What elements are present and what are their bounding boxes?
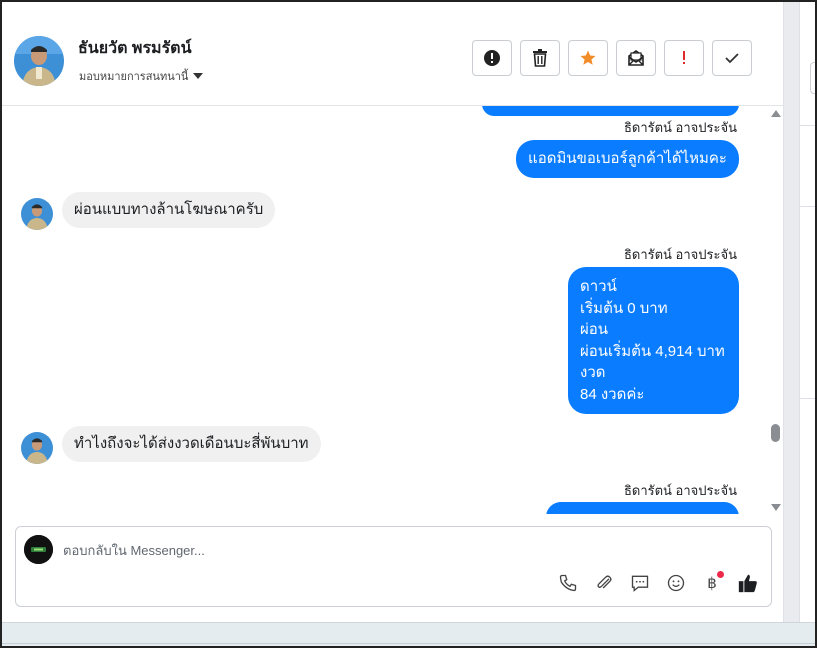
assign-conversation-dropdown[interactable]: มอบหมายการสนทนานี้ [79, 67, 204, 85]
message-line: 84 งวดค่ะ [580, 385, 645, 403]
message-bubble-outgoing[interactable] [546, 502, 739, 514]
message-bubble-outgoing[interactable]: ดาวน์ เริ่มต้น 0 บาท ผ่อน ผ่อนเริ่มต้น 4… [568, 267, 739, 414]
mark-unread-button[interactable] [616, 40, 656, 76]
spam-button[interactable] [472, 40, 512, 76]
exclamation-icon [683, 51, 685, 64]
sender-name: ธิดารัตน์ อาจประจัน [623, 483, 737, 498]
smiley-icon [667, 574, 685, 592]
check-icon [725, 53, 739, 64]
envelope-icon [628, 50, 644, 66]
conversation-header: ธันยวัต พรมรัตน์ มอบหมายการสนทนานี้ [2, 12, 784, 106]
trash-icon [533, 49, 547, 67]
page-avatar [24, 535, 53, 564]
scroll-down-arrow-icon[interactable] [771, 504, 781, 511]
message-line: เริ่มต้น 0 บาท [580, 299, 668, 317]
thumbs-up-icon [738, 574, 757, 593]
taskbar [2, 622, 815, 646]
phone-icon [559, 574, 577, 592]
details-sidebar [799, 2, 815, 622]
paperclip-icon [597, 575, 612, 589]
message-bubble-outgoing[interactable]: แอดมินขอเบอร์ลูกค้าได้ไหมคะ [516, 140, 739, 178]
follow-up-button[interactable] [664, 40, 704, 76]
scroll-thumb[interactable] [771, 424, 780, 442]
delete-button[interactable] [520, 40, 560, 76]
app-window: ธันยวัต พรมรัตน์ มอบหมายการสนทนานี้ ธิดา… [0, 0, 817, 648]
message-line: งวด [580, 364, 606, 381]
header-actions [472, 40, 752, 76]
message-line: ผ่อนเริ่มต้น 4,914 บาท [580, 342, 725, 360]
star-icon [580, 50, 596, 65]
message-bubble-outgoing[interactable] [482, 106, 739, 116]
saved-replies-button[interactable] [627, 570, 653, 596]
contact-avatar-small [21, 198, 53, 230]
contact-avatar[interactable] [14, 36, 64, 86]
message-line: ผ่อน [580, 321, 609, 338]
assign-label: มอบหมายการสนทนานี้ [79, 71, 189, 83]
sender-name: ธิดารัตน์ อาจประจัน [623, 120, 737, 135]
done-button[interactable] [712, 40, 752, 76]
message-bubble-incoming[interactable]: ทำไงถึงจะได้ส่งงวดเดือนบะสี่พันบาท [62, 426, 321, 462]
caret-down-icon [193, 73, 204, 79]
payment-button[interactable]: ฿ [699, 570, 725, 596]
message-list[interactable]: ธิดารัตน์ อาจประจัน แอดมินขอเบอร์ลูกค้าไ… [2, 106, 768, 514]
scroll-up-arrow-icon[interactable] [771, 110, 781, 117]
message-scrollbar[interactable] [768, 106, 784, 514]
conversation-panel: ธันยวัต พรมรัตน์ มอบหมายการสนทนานี้ ธิดา… [2, 2, 784, 622]
sender-name: ธิดารัตน์ อาจประจัน [623, 247, 737, 262]
emoji-button[interactable] [663, 570, 689, 596]
alert-circle-icon [484, 50, 500, 66]
baht-icon: ฿ [707, 574, 717, 592]
attach-button[interactable] [591, 570, 617, 596]
message-line: ดาวน์ [580, 278, 617, 295]
star-button[interactable] [568, 40, 608, 76]
notification-dot [717, 571, 724, 578]
like-button[interactable] [735, 570, 761, 596]
sidebar-input-box[interactable] [810, 62, 815, 94]
reply-input[interactable] [63, 539, 743, 561]
contact-name: ธันยวัต พรมรัตน์ [78, 40, 192, 57]
call-button[interactable] [555, 570, 581, 596]
composer-tools: ฿ [555, 570, 761, 596]
message-bubble-incoming[interactable]: ผ่อนแบบทางล้านโฆษณาครับ [62, 192, 276, 228]
message-composer: ฿ [15, 526, 772, 607]
chat-bubble-icon [631, 575, 649, 592]
contact-avatar-small [21, 432, 53, 464]
